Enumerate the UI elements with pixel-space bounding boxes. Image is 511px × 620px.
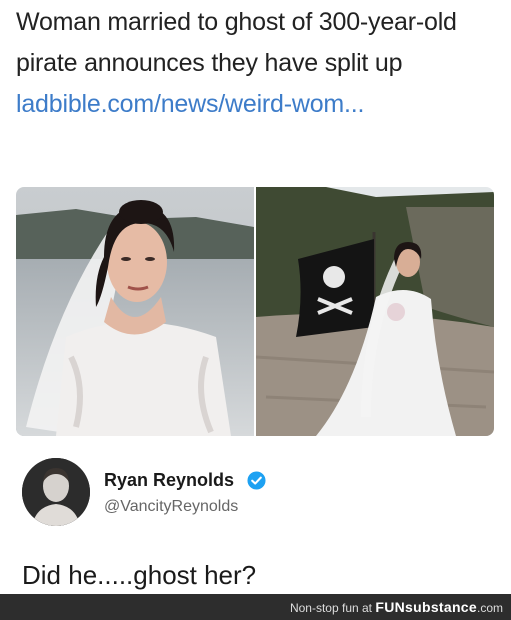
tweet-author-handle[interactable]: @VancityReynolds: [104, 498, 238, 516]
tweet-text: Did he.....ghost her?: [22, 560, 257, 590]
verified-check-icon: [247, 471, 266, 490]
watermark-prefix: Non-stop fun at: [289, 601, 373, 615]
bride-closeup-photo: [16, 187, 254, 436]
avatar[interactable]: [22, 458, 90, 526]
headline-text: Woman married to ghost of 300-year-old p…: [16, 8, 457, 77]
watermark-bar: Non-stop fun at FUNsubstance.com: [0, 594, 511, 620]
article-link[interactable]: ladbible.com/news/weird-wom...: [16, 90, 365, 118]
bride-pirate-flag-photo: [256, 187, 494, 436]
tweet-author-name[interactable]: Ryan Reynolds: [104, 470, 234, 491]
watermark-text: Non-stop fun at FUNsubstance.com: [290, 599, 503, 615]
watermark-brand: FUNsubstance: [375, 599, 477, 615]
article-headline: Woman married to ghost of 300-year-old p…: [16, 2, 500, 125]
watermark-suffix: .com: [476, 601, 503, 615]
